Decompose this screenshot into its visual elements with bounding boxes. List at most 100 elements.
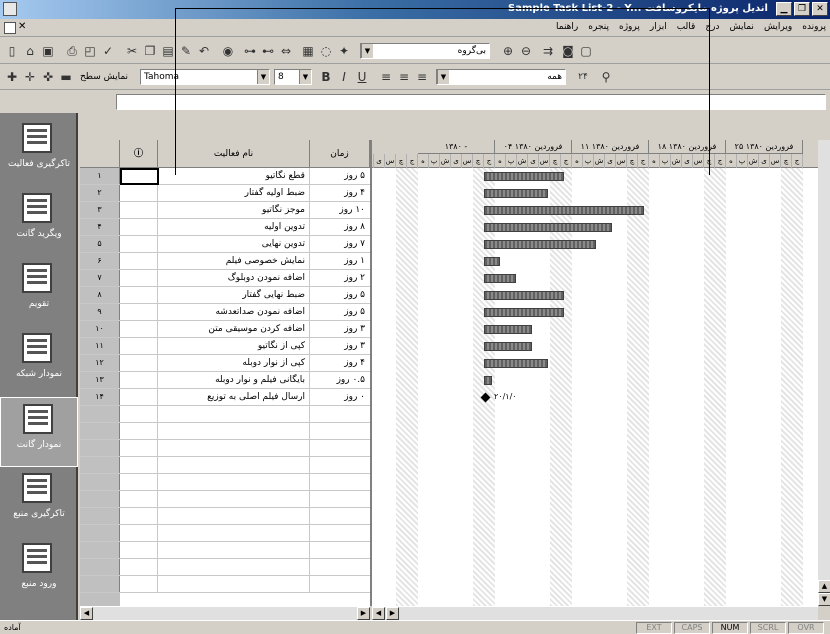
task-name-cell[interactable]: [158, 576, 310, 592]
open-icon[interactable]: ⌂: [22, 43, 38, 59]
table-row[interactable]: ۳ موجز نگاتیو ۱۰ روز: [80, 202, 370, 219]
menu-item[interactable]: قالب: [677, 22, 696, 32]
row-number[interactable]: [80, 525, 120, 541]
duration-cell[interactable]: [310, 542, 370, 558]
row-number[interactable]: [80, 508, 120, 524]
duration-cell[interactable]: ۳ روز: [310, 338, 370, 354]
task-name-cell[interactable]: [158, 457, 310, 473]
row-number[interactable]: [80, 406, 120, 422]
task-name-cell[interactable]: [158, 423, 310, 439]
chevron-down-icon[interactable]: ▼: [437, 70, 449, 84]
menu-item[interactable]: نمایش: [730, 22, 754, 32]
close-button[interactable]: ✕: [812, 2, 828, 16]
zoom-value[interactable]: ۲۴: [572, 69, 594, 85]
chevron-down-icon[interactable]: ▼: [299, 70, 311, 84]
task-bar[interactable]: [484, 206, 644, 215]
indicator-cell[interactable]: [120, 542, 158, 558]
duration-cell[interactable]: [310, 508, 370, 524]
indicator-cell[interactable]: [120, 423, 158, 439]
duration-cell[interactable]: [310, 474, 370, 490]
duration-cell[interactable]: ۱۰ روز: [310, 202, 370, 218]
row-number[interactable]: ۱: [80, 168, 120, 184]
table-row[interactable]: [80, 542, 370, 559]
task-name-cell[interactable]: [158, 559, 310, 575]
task-name-cell[interactable]: [158, 525, 310, 541]
scroll-up-icon[interactable]: ▲: [818, 580, 830, 593]
task-name-cell[interactable]: تدوین اولیه: [158, 219, 310, 235]
indicator-cell[interactable]: [120, 355, 158, 371]
table-row[interactable]: [80, 525, 370, 542]
select-all-cell[interactable]: [80, 140, 120, 168]
filter-combo[interactable]: همه ▼: [436, 69, 566, 85]
indicator-cell[interactable]: [120, 304, 158, 320]
duration-cell[interactable]: [310, 440, 370, 456]
row-number[interactable]: ۷: [80, 270, 120, 286]
indicator-cell[interactable]: [120, 372, 158, 388]
align-right-icon[interactable]: ≡: [378, 69, 394, 85]
link-icon[interactable]: ⊶: [242, 43, 258, 59]
view-item[interactable]: تاکرگیری فعالیت: [0, 117, 78, 187]
align-center-icon[interactable]: ≡: [396, 69, 412, 85]
row-number[interactable]: ۵: [80, 236, 120, 252]
indicator-cell[interactable]: [120, 202, 158, 218]
wizard-icon[interactable]: ▢: [578, 43, 594, 59]
task-bar[interactable]: [484, 291, 564, 300]
scroll-right-icon[interactable]: ▶: [386, 607, 399, 620]
table-row[interactable]: [80, 491, 370, 508]
task-name-cell[interactable]: [158, 491, 310, 507]
table-row[interactable]: ۱۳ بایگانی فیلم و نوار دوبله ۰.۵ روز: [80, 372, 370, 389]
undo-icon[interactable]: ↶: [196, 43, 212, 59]
task-name-cell[interactable]: اضافه نمودن صداتعدشه: [158, 304, 310, 320]
task-name-cell[interactable]: [158, 542, 310, 558]
duration-cell[interactable]: ۴ روز: [310, 355, 370, 371]
group-combo[interactable]: بی‌گروه ▼: [360, 43, 490, 59]
table-horizontal-scrollbar[interactable]: ◀ ▶: [80, 606, 370, 620]
duration-cell[interactable]: ۱ روز: [310, 253, 370, 269]
row-number[interactable]: [80, 576, 120, 592]
duration-cell[interactable]: [310, 559, 370, 575]
indicator-header[interactable]: ⓘ: [120, 140, 158, 168]
new-icon[interactable]: ▯: [4, 43, 20, 59]
task-name-cell[interactable]: کپی از نگاتیو: [158, 338, 310, 354]
cut-icon[interactable]: ✂: [124, 43, 140, 59]
indent-icon[interactable]: ✛: [22, 69, 38, 85]
name-header[interactable]: نام فعالیت: [158, 140, 310, 168]
menu-item[interactable]: راهنما: [556, 22, 578, 32]
table-row[interactable]: [80, 406, 370, 423]
row-number[interactable]: [80, 474, 120, 490]
duration-cell[interactable]: ۴ روز: [310, 185, 370, 201]
print-icon[interactable]: ⎙: [64, 43, 80, 59]
task-name-cell[interactable]: ارسال فیلم اصلی به توزیع: [158, 389, 310, 405]
row-number[interactable]: ۳: [80, 202, 120, 218]
table-row[interactable]: ۲ ضبط اولیه گفتار ۴ روز: [80, 185, 370, 202]
duration-cell[interactable]: [310, 406, 370, 422]
task-name-cell[interactable]: [158, 474, 310, 490]
indicator-cell[interactable]: [120, 185, 158, 201]
underline-button[interactable]: U: [354, 69, 370, 85]
close-doc-icon[interactable]: ✕: [18, 21, 26, 32]
task-name-cell[interactable]: کپی از نوار دوبله: [158, 355, 310, 371]
row-number[interactable]: ۱۴: [80, 389, 120, 405]
table-row[interactable]: ۱۰ اضافه کردن موسیقی متن ۳ روز: [80, 321, 370, 338]
menu-item[interactable]: پرونده: [802, 22, 826, 32]
table-row[interactable]: [80, 508, 370, 525]
row-number[interactable]: ۱۰: [80, 321, 120, 337]
indicator-cell[interactable]: [120, 236, 158, 252]
font-combo[interactable]: Tahoma ▼: [140, 69, 270, 85]
gantt-wizard-icon[interactable]: ⚲: [598, 69, 614, 85]
duration-cell[interactable]: ۸ روز: [310, 219, 370, 235]
split-icon[interactable]: ⇔: [278, 43, 294, 59]
task-name-cell[interactable]: اضافه کردن موسیقی متن: [158, 321, 310, 337]
row-number[interactable]: ۲: [80, 185, 120, 201]
menu-item[interactable]: ابزار: [650, 22, 667, 32]
zoom-in-icon[interactable]: ⊕: [500, 43, 516, 59]
table-row[interactable]: ۶ نمایش خصوصی فیلم ۱ روز: [80, 253, 370, 270]
task-name-cell[interactable]: [158, 508, 310, 524]
task-name-cell[interactable]: ضبط اولیه گفتار: [158, 185, 310, 201]
table-row[interactable]: ۹ اضافه نمودن صداتعدشه ۵ روز: [80, 304, 370, 321]
indicator-cell[interactable]: [120, 508, 158, 524]
task-bar[interactable]: [484, 308, 564, 317]
size-combo[interactable]: 8 ▼: [274, 69, 312, 85]
indicator-cell[interactable]: [120, 457, 158, 473]
view-item[interactable]: ورود منبع: [0, 537, 78, 607]
